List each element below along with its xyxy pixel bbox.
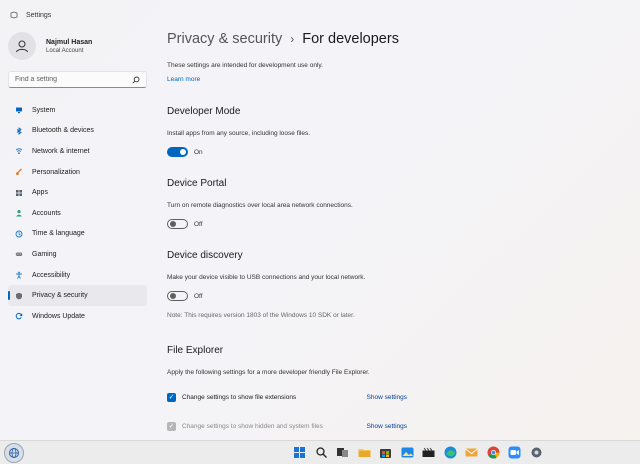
device-discovery-note: Note: This requires version 1803 of the … [167,312,355,319]
sidebar-item-windows-update[interactable]: Windows Update [8,306,147,327]
sidebar: Najmul Hasan Local Account System Bluetoo… [0,26,160,440]
device-portal-toggle-row: Off [167,219,203,229]
developer-mode-toggle[interactable] [167,147,188,157]
toggle-knob [170,221,176,227]
device-discovery-state: Off [194,292,203,300]
edge-icon[interactable] [443,445,458,460]
toggle-knob [180,149,186,155]
system-icon [15,106,23,114]
device-portal-toggle[interactable] [167,219,188,229]
zoom-icon[interactable] [507,445,522,460]
file-explorer-description: Apply the following settings for a more … [167,369,370,376]
device-portal-state: Off [194,220,203,228]
sidebar-item-label: Personalization [32,168,80,176]
show-hidden-files-settings-link[interactable]: Show settings [367,423,407,430]
breadcrumb-separator: › [290,32,295,46]
show-hidden-files-row: ✓ Change settings to show hidden and sys… [167,422,407,431]
profile-name: Najmul Hasan [46,38,93,46]
device-discovery-title: Device discovery [167,250,243,261]
sidebar-item-label: Bluetooth & devices [32,127,94,135]
taskbar-icons [292,445,544,460]
network-icon [15,147,23,155]
sidebar-item-label: Gaming [32,250,57,258]
developer-mode-state: On [194,148,203,156]
show-file-extensions-label: Change settings to show file extensions [182,394,297,401]
breadcrumb-parent[interactable]: Privacy & security [167,31,282,47]
shield-icon [15,292,23,300]
sidebar-item-bluetooth-devices[interactable]: Bluetooth & devices [8,121,147,142]
sidebar-item-privacy-security[interactable]: Privacy & security [8,285,147,306]
sidebar-item-label: Accounts [32,209,61,217]
file-explorer-title: File Explorer [167,345,224,356]
sidebar-item-label: Privacy & security [32,292,88,300]
show-file-extensions-checkbox[interactable]: ✓ [167,393,176,402]
task-view-icon[interactable] [335,445,350,460]
show-file-extensions-settings-link[interactable]: Show settings [367,394,407,401]
device-discovery-description: Make your device visible to USB connecti… [167,274,366,281]
sidebar-item-label: Time & language [32,230,85,238]
show-hidden-files-checkbox: ✓ [167,422,176,431]
apps-icon [15,189,23,197]
search-icon[interactable] [132,71,140,89]
search-icon[interactable] [314,445,329,460]
settings-window: Settings Najmul Hasan Local Account Syst… [0,0,640,440]
page-title: For developers [302,31,399,47]
update-icon [15,312,23,320]
accounts-icon [15,209,23,217]
device-discovery-toggle-row: Off [167,291,203,301]
show-file-extensions-row: ✓ Change settings to show file extension… [167,393,407,402]
gaming-icon [15,250,23,258]
sidebar-item-apps[interactable]: Apps [8,182,147,203]
device-portal-title: Device Portal [167,178,227,189]
sidebar-item-personalization[interactable]: Personalization [8,162,147,183]
sidebar-item-accessibility[interactable]: Accessibility [8,265,147,286]
settings-app-icon [10,11,18,19]
device-portal-description: Turn on remote diagnostics over local ar… [167,202,353,209]
chrome-icon[interactable] [486,445,501,460]
sidebar-item-label: System [32,106,56,114]
developer-mode-description: Install apps from any source, including … [167,130,311,137]
bluetooth-icon [15,126,23,135]
developer-mode-toggle-row: On [167,147,203,157]
avatar [8,32,36,60]
search-box[interactable] [8,71,147,88]
sidebar-nav: System Bluetooth & devices Network & inter… [8,100,147,327]
widgets-button[interactable] [4,443,24,463]
sidebar-item-accounts[interactable]: Accounts [8,203,147,224]
accessibility-icon [15,271,23,279]
taskbar [0,440,640,464]
sidebar-item-label: Windows Update [32,312,85,320]
user-icon [16,40,28,53]
toggle-knob [170,293,176,299]
settings-icon[interactable] [529,445,544,460]
search-input[interactable] [15,76,130,83]
sidebar-item-label: Apps [32,189,48,197]
store-icon[interactable] [378,445,393,460]
photos-icon[interactable] [400,445,415,460]
show-hidden-files-label: Change settings to show hidden and syste… [182,423,323,430]
media-icon[interactable] [421,445,436,460]
profile-account-type: Local Account [46,47,84,54]
window-title: Settings [26,11,52,19]
brush-icon [15,168,23,176]
globe-clock-icon [15,230,23,238]
windows-start-icon[interactable] [292,445,307,460]
mail-icon[interactable] [464,445,479,460]
learn-more-link[interactable]: Learn more [167,76,200,83]
title-bar: Settings [10,8,51,22]
sidebar-item-system[interactable]: System [8,100,147,121]
sidebar-item-time-language[interactable]: Time & language [8,224,147,245]
sidebar-item-gaming[interactable]: Gaming [8,244,147,265]
sidebar-item-network-internet[interactable]: Network & internet [8,141,147,162]
globe-icon [9,448,19,458]
sidebar-item-label: Accessibility [32,271,71,279]
intro-text: These settings are intended for developm… [167,62,323,69]
developer-mode-title: Developer Mode [167,106,241,117]
file-explorer-icon[interactable] [357,445,372,460]
user-profile[interactable]: Najmul Hasan Local Account [8,32,92,60]
device-discovery-toggle[interactable] [167,291,188,301]
sidebar-item-label: Network & internet [32,147,90,155]
breadcrumb: Privacy & security › For developers [167,31,399,47]
